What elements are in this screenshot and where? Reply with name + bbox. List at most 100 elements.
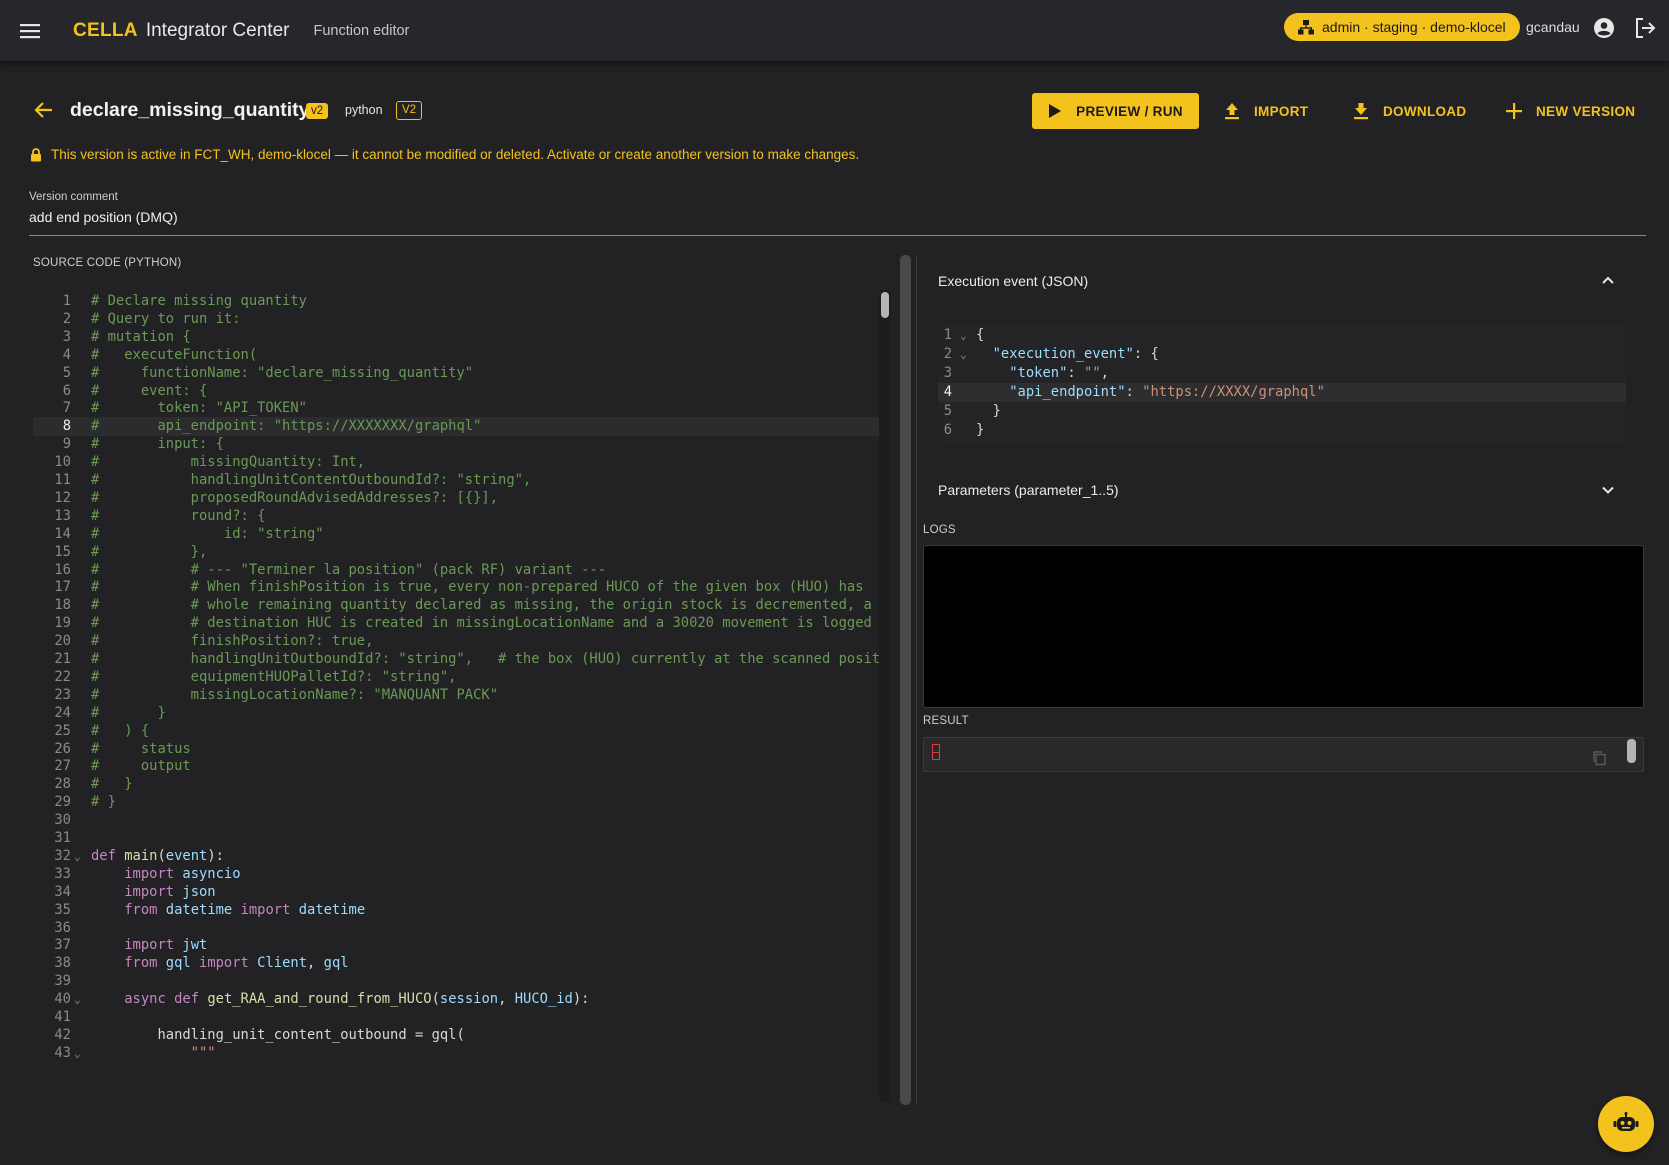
- code-line[interactable]: 12 # proposedRoundAdvisedAddresses?: [{}]…: [33, 489, 881, 508]
- account-circle-icon[interactable]: [1592, 16, 1616, 45]
- line-number: 9: [62, 436, 71, 453]
- code-line[interactable]: 29 # }: [33, 793, 881, 812]
- code-line[interactable]: 27 # output: [33, 757, 881, 776]
- json-line[interactable]: 3 "token": "",: [938, 364, 1626, 383]
- code-line[interactable]: 37 import jwt: [33, 936, 881, 955]
- line-number: 15: [54, 543, 71, 560]
- logout-icon[interactable]: [1633, 16, 1657, 45]
- code-line[interactable]: 6 # event: {: [33, 382, 881, 401]
- code-text: # },: [91, 543, 208, 560]
- line-number: 4: [943, 384, 952, 400]
- code-line[interactable]: 21 # handlingUnitOutboundId?: "string", #…: [33, 650, 881, 669]
- json-line[interactable]: 4 "api_endpoint": "https://XXXX/graphql": [938, 383, 1626, 402]
- panel-divider: [916, 255, 917, 1105]
- fold-chevron-icon[interactable]: ⌄: [74, 990, 81, 1009]
- code-scrollbar-thumb[interactable]: [881, 292, 889, 318]
- code-scrollbar[interactable]: [879, 290, 891, 1102]
- function-header: declare_missing_quantity v2 python V2 PR…: [0, 88, 1669, 134]
- code-line[interactable]: 19 # # destination HUC is created in miss…: [33, 614, 881, 633]
- code-line[interactable]: 40 ⌄ async def get_RAA_and_round_from_HUC…: [33, 990, 881, 1009]
- code-line[interactable]: 28 # }: [33, 775, 881, 794]
- code-line[interactable]: 18 # # whole remaining quantity declared …: [33, 596, 881, 615]
- execution-event-title[interactable]: Execution event (JSON): [938, 273, 1088, 289]
- code-line[interactable]: 34 import json: [33, 883, 881, 902]
- code-line[interactable]: 39: [33, 972, 881, 991]
- code-line[interactable]: 23 # missingLocationName?: "MANQUANT PACK…: [33, 686, 881, 705]
- upload-icon: [1225, 103, 1239, 120]
- app-brand[interactable]: CELLA Integrator Center: [73, 20, 289, 42]
- json-line[interactable]: 6}: [938, 421, 1626, 440]
- code-line[interactable]: 13 # round?: {: [33, 507, 881, 526]
- arrow-back-icon[interactable]: [34, 100, 54, 125]
- code-line[interactable]: 9 # input: {: [33, 435, 881, 454]
- code-line[interactable]: 32 ⌄ def main(event):: [33, 847, 881, 866]
- code-line[interactable]: 24 # }: [33, 704, 881, 723]
- fold-chevron-icon[interactable]: ⌄: [960, 345, 967, 364]
- code-line[interactable]: 16 # # --- "Terminer la position" (pack R…: [33, 561, 881, 580]
- code-text: # functionName: "declare_missing_quantit…: [91, 364, 474, 381]
- code-line[interactable]: 11 # handlingUnitContentOutboundId?: "str…: [33, 471, 881, 490]
- code-line[interactable]: 25 # ) {: [33, 722, 881, 741]
- page-subtitle: Function editor: [313, 22, 410, 39]
- code-line[interactable]: 22 # equipmentHUOPalletId?: "string",: [33, 668, 881, 687]
- code-line[interactable]: 1 # Declare missing quantity: [33, 292, 881, 311]
- json-line[interactable]: 1 ⌄ {: [938, 326, 1626, 345]
- copy-icon[interactable]: [1591, 750, 1607, 771]
- code-line[interactable]: 33 import asyncio: [33, 865, 881, 884]
- code-text: # missingLocationName?: "MANQUANT PACK": [91, 686, 499, 703]
- code-line[interactable]: 14 # id: "string": [33, 525, 881, 544]
- line-number: 4: [62, 346, 71, 363]
- chevron-up-icon[interactable]: [1600, 272, 1616, 293]
- code-line[interactable]: 35 from datetime import datetime: [33, 901, 881, 920]
- import-button[interactable]: IMPORT: [1224, 93, 1308, 129]
- code-line[interactable]: 36: [33, 919, 881, 938]
- line-number: 16: [54, 561, 71, 578]
- code-line[interactable]: 26 # status: [33, 740, 881, 759]
- source-code-editor[interactable]: 1 # Declare missing quantity 2 # Query to r…: [33, 290, 881, 1106]
- lock-icon: [31, 147, 41, 161]
- result-scrollbar-thumb[interactable]: [1627, 739, 1636, 763]
- code-line[interactable]: 42 handling_unit_content_outbound = gql(: [33, 1026, 881, 1045]
- code-line[interactable]: 8 # api_endpoint: "https://XXXXXXX/graphq…: [33, 417, 881, 437]
- line-number: 24: [54, 704, 71, 721]
- logs-output[interactable]: [923, 545, 1644, 708]
- code-line[interactable]: 30: [33, 811, 881, 830]
- chevron-down-icon[interactable]: [1600, 482, 1616, 503]
- code-line[interactable]: 43 ⌄ """: [33, 1044, 881, 1063]
- result-output[interactable]: [923, 737, 1644, 772]
- code-line[interactable]: 31: [33, 829, 881, 848]
- json-line[interactable]: 5 }: [938, 402, 1626, 421]
- code-line[interactable]: 10 # missingQuantity: Int,: [33, 453, 881, 472]
- preview-run-button[interactable]: PREVIEW / RUN: [1032, 93, 1199, 129]
- download-label: DOWNLOAD: [1383, 103, 1467, 119]
- code-line[interactable]: 5 # functionName: "declare_missing_quanti…: [33, 364, 881, 383]
- code-line[interactable]: 20 # finishPosition?: true,: [33, 632, 881, 651]
- line-number: 20: [54, 633, 71, 650]
- code-line[interactable]: 41: [33, 1008, 881, 1027]
- fold-chevron-icon[interactable]: ⌄: [74, 1044, 81, 1063]
- code-line[interactable]: 38 from gql import Client, gql: [33, 954, 881, 973]
- parameters-title[interactable]: Parameters (parameter_1..5): [938, 482, 1119, 498]
- download-icon: [1354, 103, 1368, 120]
- code-text: import jwt: [124, 937, 208, 954]
- fold-chevron-icon[interactable]: ⌄: [74, 847, 81, 866]
- assistant-button[interactable]: [1598, 1096, 1654, 1152]
- code-line[interactable]: 15 # },: [33, 543, 881, 562]
- panel-splitter[interactable]: [900, 255, 911, 1105]
- download-button[interactable]: DOWNLOAD: [1353, 93, 1466, 129]
- environment-badge[interactable]: admin · staging · demo-klocel: [1284, 13, 1520, 41]
- line-number: 28: [54, 776, 71, 793]
- json-line[interactable]: 2 ⌄ "execution_event": {: [938, 345, 1626, 364]
- code-line[interactable]: 4 # executeFunction(: [33, 346, 881, 365]
- import-label: IMPORT: [1254, 103, 1309, 119]
- execution-event-editor[interactable]: 1 ⌄ {2 ⌄ "execution_event": {3 "token": "",…: [938, 323, 1626, 443]
- code-line[interactable]: 2 # Query to run it:: [33, 310, 881, 329]
- code-line[interactable]: 3 # mutation {: [33, 328, 881, 347]
- code-line[interactable]: 7 # token: "API_TOKEN": [33, 399, 881, 418]
- menu-icon[interactable]: [18, 19, 42, 43]
- fold-chevron-icon[interactable]: ⌄: [960, 326, 967, 345]
- new-version-button[interactable]: NEW VERSION: [1506, 93, 1635, 129]
- version-select[interactable]: V2: [396, 101, 423, 120]
- code-line[interactable]: 17 # # When finishPosition is true, every…: [33, 578, 881, 597]
- version-comment-field[interactable]: add end position (DMQ): [29, 209, 178, 225]
